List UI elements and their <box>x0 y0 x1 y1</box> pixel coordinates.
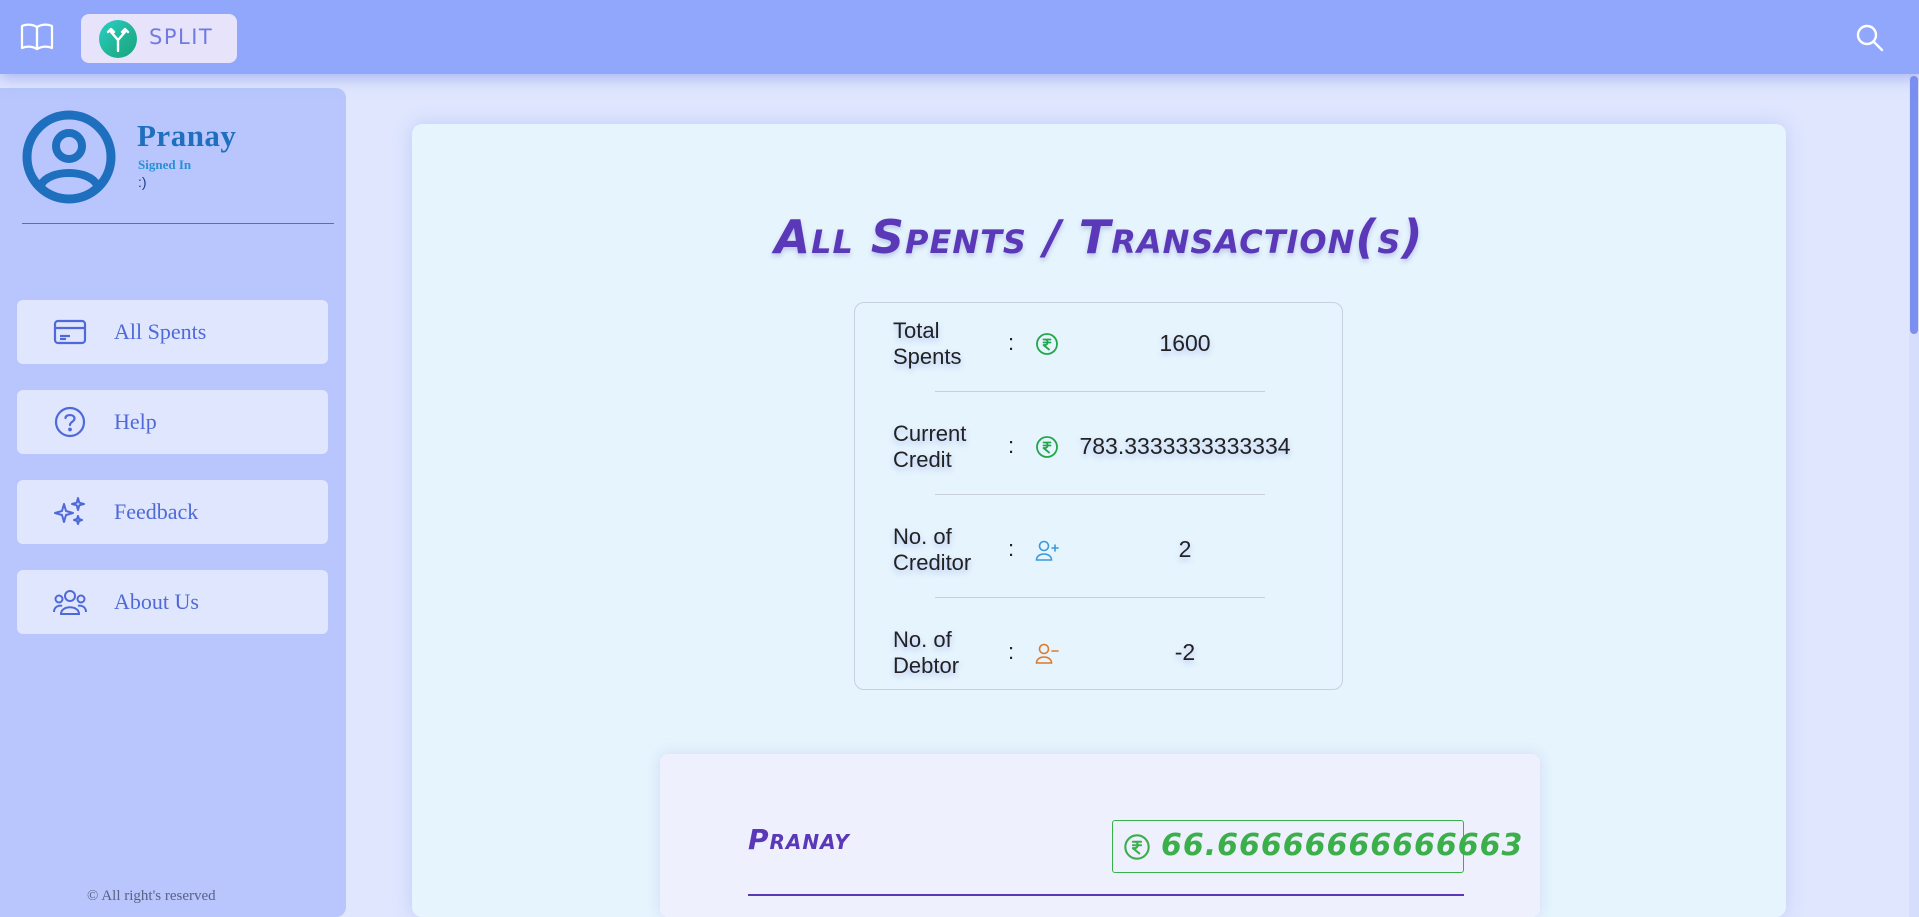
sparkles-icon <box>54 497 85 525</box>
person-underline <box>748 894 1464 896</box>
sidebar-item-label: About Us <box>114 589 199 614</box>
question-circle-icon <box>54 406 86 438</box>
summary-divider <box>935 597 1265 598</box>
summary-colon: : <box>1008 536 1015 561</box>
summary-row-debtors: No. of Debtor : -2 <box>855 619 1344 689</box>
sidebar-item-label: Help <box>114 409 157 434</box>
summary-label: Total Spents <box>893 318 962 369</box>
rupee-icon <box>1036 333 1058 355</box>
main-card: All Spents / Transaction(s) Total Spents… <box>412 124 1786 917</box>
copyright-text: © All right's reserved <box>87 888 216 904</box>
sidebar-item-help[interactable]: Help <box>17 390 328 454</box>
credit-card-icon <box>53 319 87 345</box>
person-card[interactable]: Pranay 66.66666666666663 <box>660 754 1540 917</box>
search-icon[interactable] <box>1855 23 1885 53</box>
person-plus-icon <box>1035 540 1059 561</box>
sidebar-item-label: All Spents <box>114 319 207 344</box>
summary-label: Current Credit <box>893 421 967 472</box>
person-minus-icon <box>1035 643 1059 664</box>
summary-divider <box>935 391 1265 392</box>
summary-label: No. of Creditor <box>893 524 972 575</box>
summary-value: -2 <box>1174 639 1196 665</box>
summary-colon: : <box>1008 330 1015 355</box>
user-status: Signed In <box>138 157 192 172</box>
summary-row-current-credit: Current Credit : 783.3333333333334 <box>855 413 1344 483</box>
summary-divider <box>935 494 1265 495</box>
sidebar-item-about-us[interactable]: About Us <box>17 570 328 634</box>
summary-row-creditors: No. of Creditor : 2 <box>855 516 1344 586</box>
people-icon <box>53 590 87 615</box>
sidebar-item-feedback[interactable]: Feedback <box>17 480 328 544</box>
book-icon[interactable] <box>20 21 54 53</box>
top-bar: SPLIT <box>0 0 1919 74</box>
summary-colon: : <box>1008 433 1015 458</box>
person-amount-box: 66.66666666666663 <box>1112 820 1522 873</box>
summary-value: 783.3333333333334 <box>1079 433 1291 459</box>
summary-card: Total Spents : 1600 Current Credit : 783… <box>854 302 1343 690</box>
brand-name: SPLIT <box>149 25 214 49</box>
rupee-icon <box>1036 436 1058 458</box>
scrollbar-thumb[interactable] <box>1910 76 1918 334</box>
person-name: Pranay <box>748 823 850 856</box>
sidebar-item-all-spents[interactable]: All Spents <box>17 300 328 364</box>
summary-value: 1600 <box>1159 330 1211 356</box>
brand-button[interactable]: SPLIT <box>81 14 237 63</box>
summary-value: 2 <box>1178 536 1192 562</box>
sidebar-divider <box>22 223 334 224</box>
user-smile: :) <box>138 174 147 190</box>
sidebar-item-label: Feedback <box>114 499 199 524</box>
summary-row-total-spents: Total Spents : 1600 <box>855 310 1344 380</box>
rupee-icon <box>1124 834 1150 860</box>
page-title: All Spents / Transaction(s) <box>774 210 1424 264</box>
split-logo-icon <box>99 20 137 58</box>
summary-colon: : <box>1008 639 1015 664</box>
summary-label: No. of Debtor <box>893 627 960 678</box>
avatar-icon <box>22 110 116 204</box>
sidebar: Pranay Signed In :) All Spents Help Feed… <box>0 88 346 917</box>
person-amount: 66.66666666666663 <box>1161 828 1524 863</box>
user-name: Pranay <box>137 118 237 153</box>
